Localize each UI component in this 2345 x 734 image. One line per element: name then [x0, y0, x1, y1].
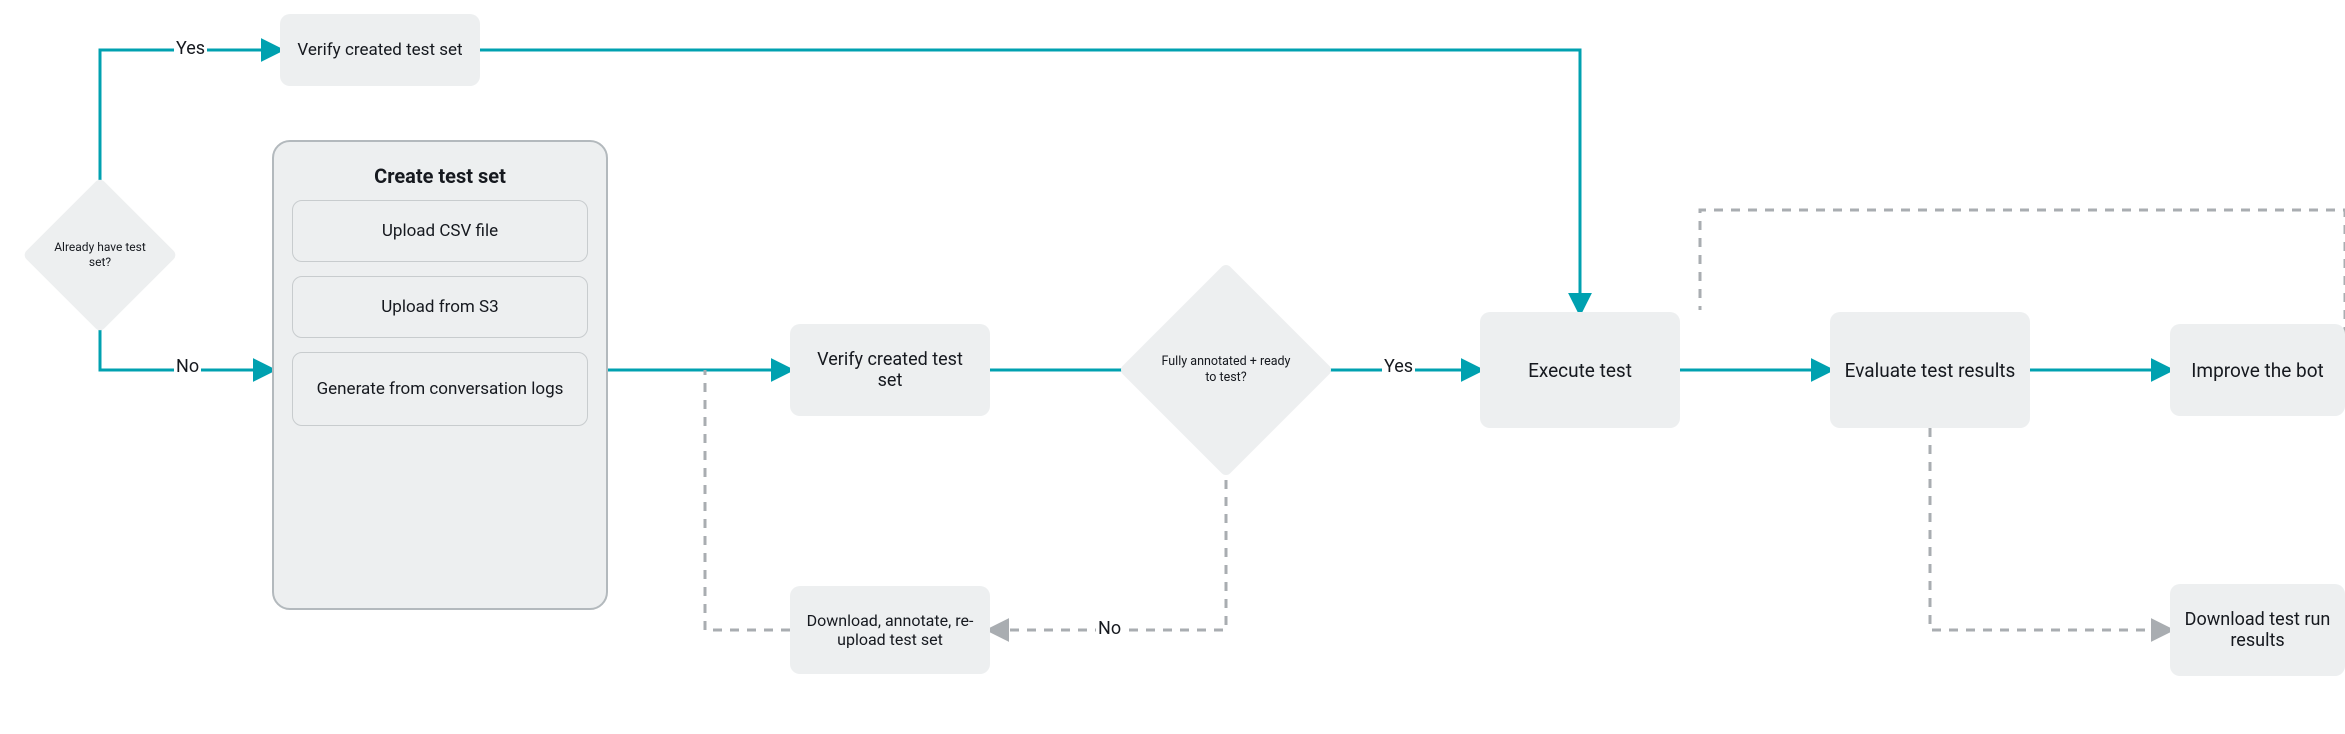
node-label: Generate from conversation logs [317, 379, 564, 399]
edge-label-no-left: No [174, 356, 201, 377]
node-label: Already have test set? [45, 240, 155, 270]
edge-label-no-mid: No [1096, 618, 1123, 639]
node-verify-main: Verify created test set [790, 324, 990, 416]
option-upload-csv: Upload CSV file [292, 200, 588, 262]
node-download-annotate: Download, annotate, re-upload test set [790, 586, 990, 674]
option-upload-s3: Upload from S3 [292, 276, 588, 338]
node-label: Improve the bot [2191, 359, 2324, 382]
node-label: Download, annotate, re-upload test set [804, 611, 976, 649]
edge-label-yes-mid: Yes [1382, 356, 1415, 377]
node-improve-bot: Improve the bot [2170, 324, 2345, 416]
node-label: Verify created test set [804, 349, 976, 391]
node-evaluate: Evaluate test results [1830, 312, 2030, 428]
node-execute-test: Execute test [1480, 312, 1680, 428]
node-label: Download test run results [2184, 609, 2331, 651]
node-label: Fully annotated + ready to test? [1150, 354, 1302, 385]
group-title: Create test set [292, 164, 588, 188]
edge-label-yes-top: Yes [174, 38, 207, 59]
node-label: Evaluate test results [1845, 359, 2016, 382]
node-verify-top: Verify created test set [280, 14, 480, 86]
decision-have-test-set: Already have test set? [45, 200, 155, 310]
option-generate-logs: Generate from conversation logs [292, 352, 588, 426]
group-create-test-set: Create test set Upload CSV file Upload f… [272, 140, 608, 610]
node-label: Execute test [1528, 359, 1632, 382]
flow-diagram: Already have test set? Verify created te… [0, 0, 2345, 734]
node-download-results: Download test run results [2170, 584, 2345, 676]
node-label: Upload from S3 [381, 297, 498, 317]
node-label: Upload CSV file [382, 221, 498, 241]
node-label: Verify created test set [297, 40, 462, 60]
decision-fully-annotated: Fully annotated + ready to test? [1150, 294, 1302, 446]
